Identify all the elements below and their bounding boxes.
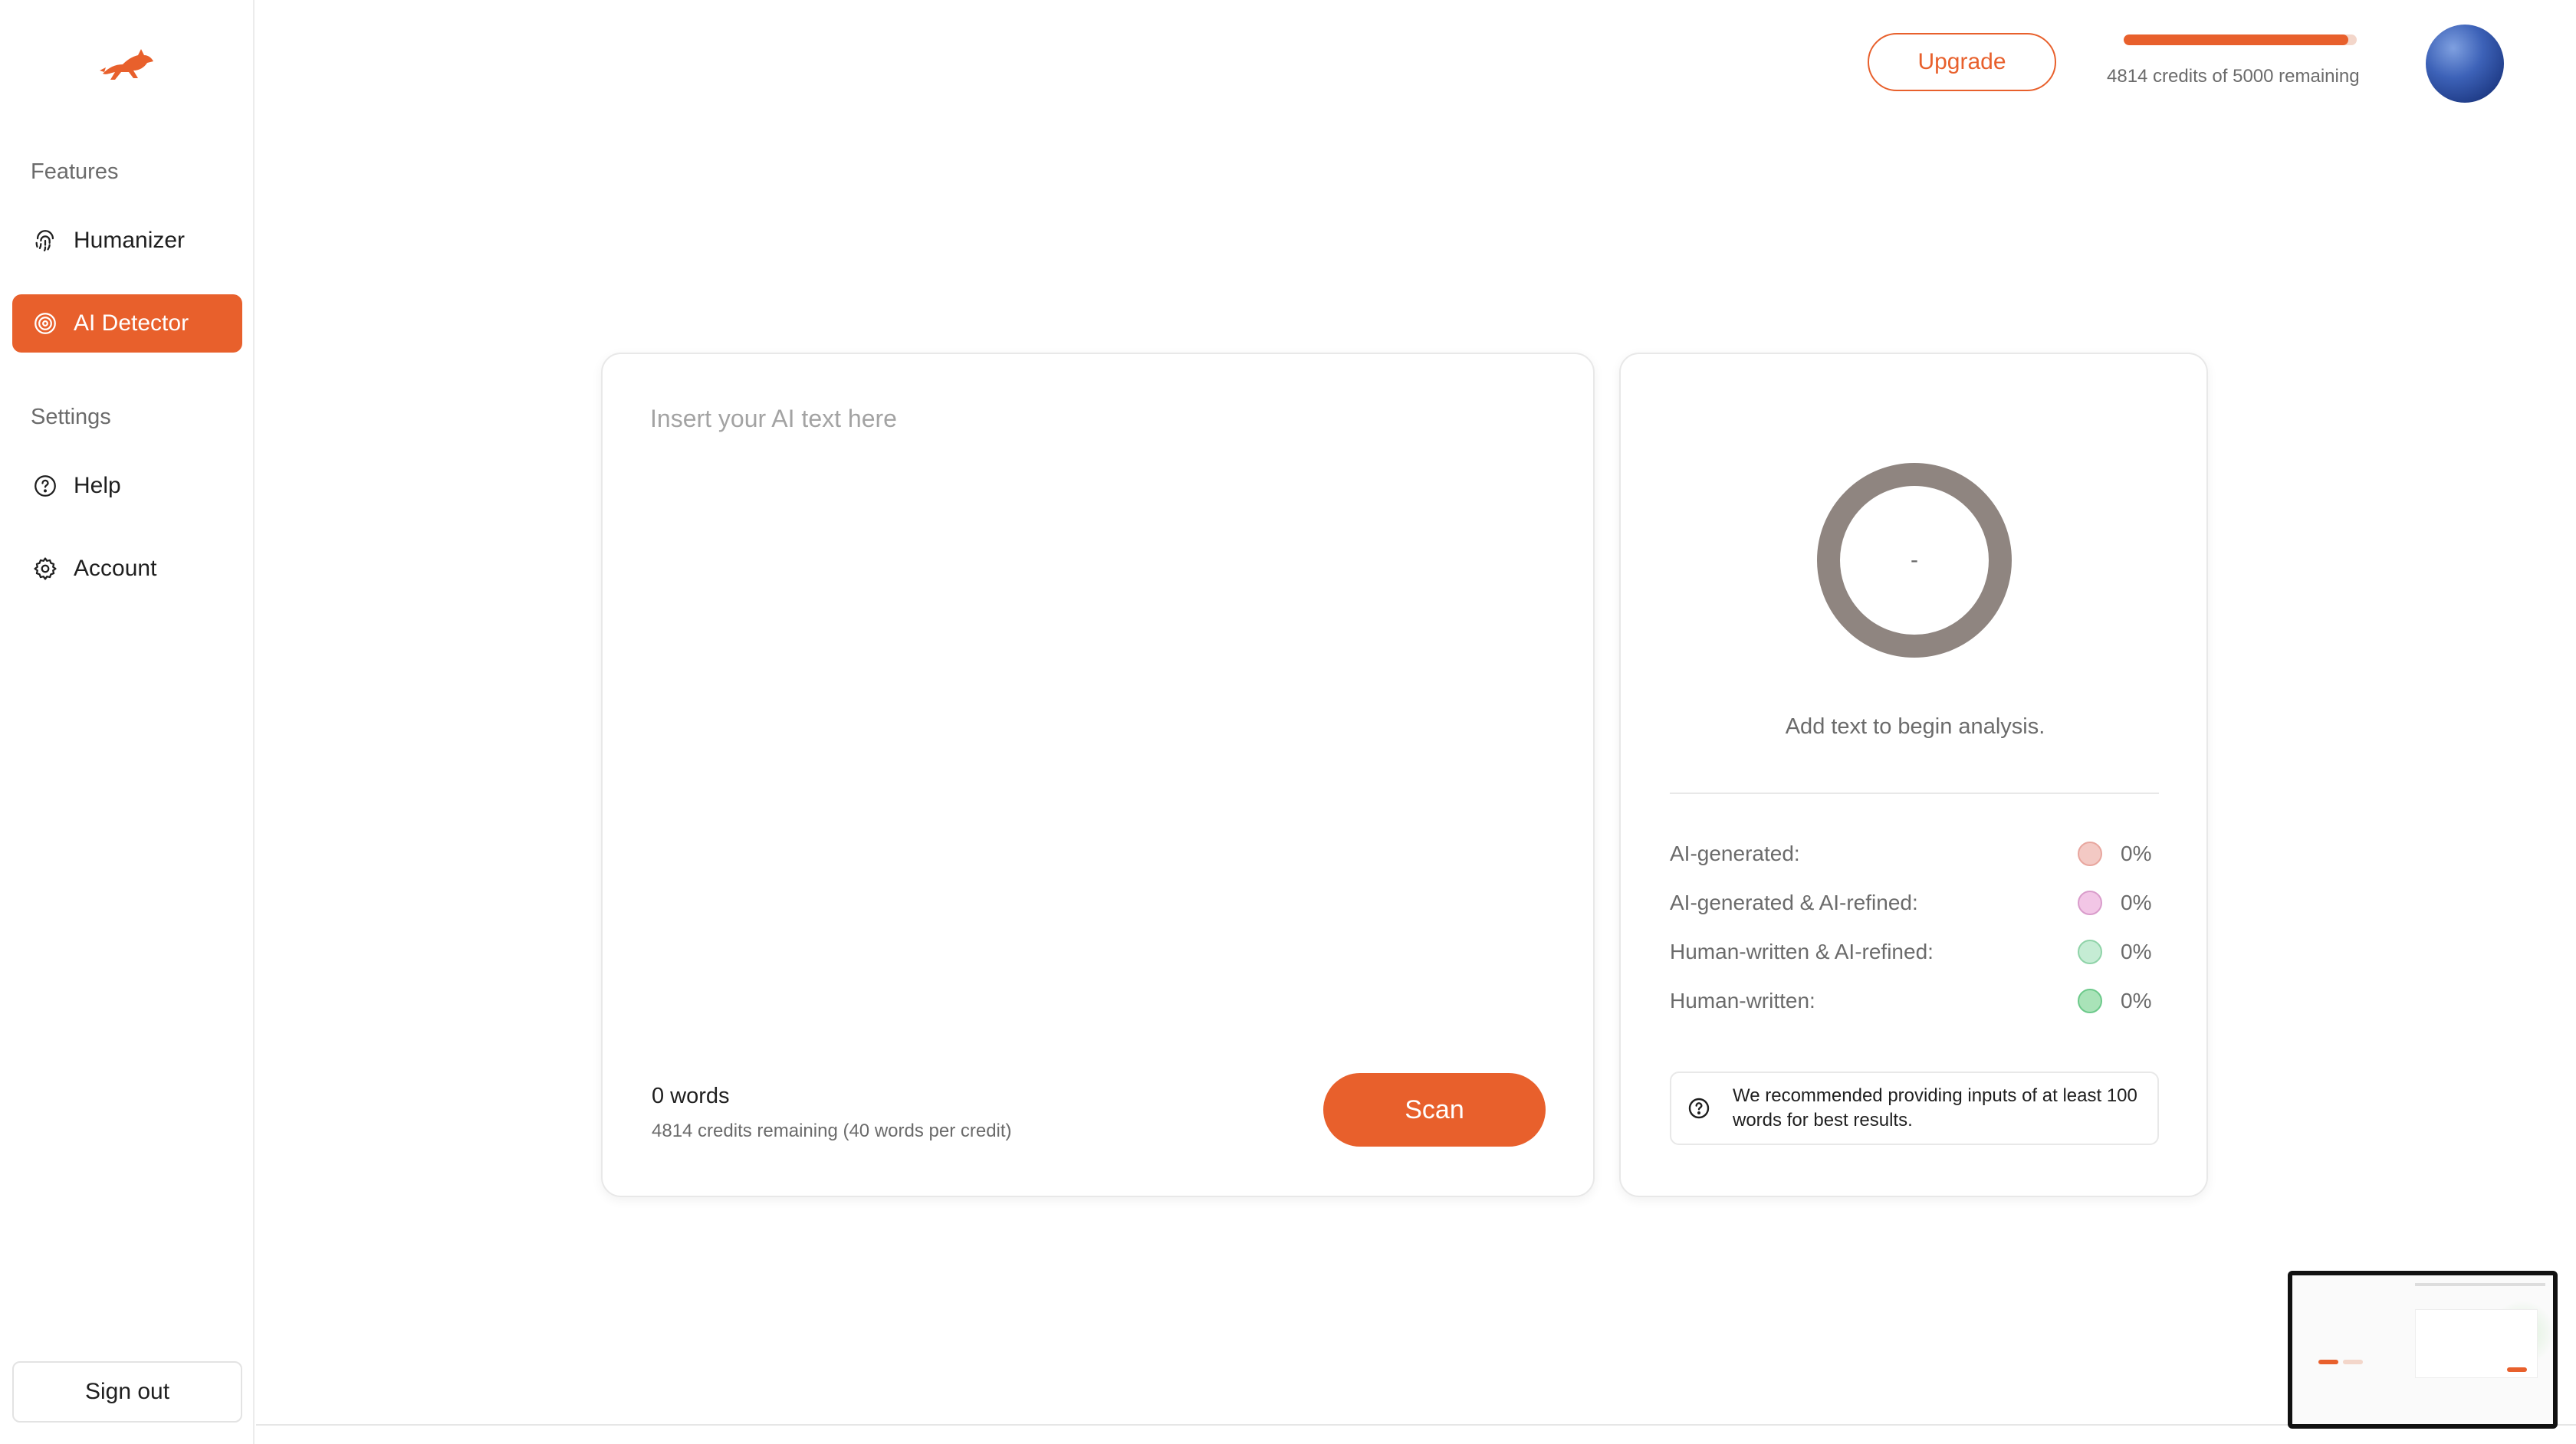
stat-color-dot xyxy=(2078,940,2102,964)
sidebar: Features Humanizer AI Detector Settings … xyxy=(0,0,255,1444)
preview-button xyxy=(2507,1367,2527,1372)
stat-row-ai-generated: AI-generated: 0% xyxy=(1670,839,2159,869)
word-count: 0 words xyxy=(652,1084,730,1108)
preview-nav xyxy=(2415,1283,2545,1286)
features-section-label: Features xyxy=(31,159,119,184)
brand-logo-icon[interactable] xyxy=(98,44,156,87)
app-root: Features Humanizer AI Detector Settings … xyxy=(0,0,2576,1444)
credit-note: 4814 credits remaining (40 words per cre… xyxy=(652,1121,1012,1141)
sign-out-button[interactable]: Sign out xyxy=(12,1361,242,1423)
scan-button[interactable]: Scan xyxy=(1323,1073,1546,1147)
preview-button xyxy=(2318,1360,2338,1364)
stat-row-human-written-ai-refined: Human-written & AI-refined: 0% xyxy=(1670,937,2159,967)
score-value: - xyxy=(1911,547,1918,573)
sidebar-item-ai-detector[interactable]: AI Detector xyxy=(12,294,242,353)
stat-color-dot xyxy=(2078,842,2102,866)
divider xyxy=(1670,793,2159,794)
stat-label: AI-generated & AI-refined: xyxy=(1670,891,1918,914)
credits-remaining-text: 4814 credits of 5000 remaining xyxy=(2107,66,2360,87)
target-icon xyxy=(32,310,58,336)
analysis-message: Add text to begin analysis. xyxy=(1785,714,2045,739)
recommendation-tip: We recommended providing inputs of at le… xyxy=(1670,1072,2159,1145)
stat-color-dot xyxy=(2078,989,2102,1013)
stat-value: 0% xyxy=(2121,842,2152,865)
settings-section-label: Settings xyxy=(31,405,111,429)
stat-label: Human-written: xyxy=(1670,989,1815,1012)
gear-icon xyxy=(32,556,58,582)
sidebar-item-account[interactable]: Account xyxy=(12,540,242,598)
ai-text-input[interactable] xyxy=(650,405,1547,865)
sidebar-item-label: AI Detector xyxy=(74,310,189,336)
avatar[interactable] xyxy=(2426,25,2504,103)
sidebar-item-help[interactable]: Help xyxy=(12,457,242,515)
help-circle-icon xyxy=(32,473,58,499)
fingerprint-icon xyxy=(32,228,58,254)
credits-progress-bar xyxy=(2124,34,2357,45)
stat-value: 0% xyxy=(2121,989,2152,1012)
preview-button xyxy=(2343,1360,2363,1364)
stat-row-human-written: Human-written: 0% xyxy=(1670,986,2159,1016)
help-circle-icon xyxy=(1687,1096,1711,1121)
tip-text: We recommended providing inputs of at le… xyxy=(1733,1085,2137,1131)
sidebar-item-label: Help xyxy=(74,473,121,498)
sidebar-item-humanizer[interactable]: Humanizer xyxy=(12,212,242,270)
upgrade-button[interactable]: Upgrade xyxy=(1868,33,2056,91)
stat-value: 0% xyxy=(2121,940,2152,963)
stat-value: 0% xyxy=(2121,891,2152,914)
stat-label: AI-generated: xyxy=(1670,842,1800,865)
sidebar-item-label: Humanizer xyxy=(74,228,186,253)
page-preview-thumbnail[interactable] xyxy=(2288,1271,2558,1429)
bottom-divider xyxy=(256,1424,2576,1426)
analysis-result-card: - Add text to begin analysis. AI-generat… xyxy=(1619,353,2208,1197)
credits-progress-fill xyxy=(2124,34,2348,45)
stat-color-dot xyxy=(2078,891,2102,915)
stat-row-ai-generated-ai-refined: AI-generated & AI-refined: 0% xyxy=(1670,888,2159,918)
text-input-card: 0 words 4814 credits remaining (40 words… xyxy=(601,353,1595,1197)
stat-label: Human-written & AI-refined: xyxy=(1670,940,1934,963)
sidebar-item-label: Account xyxy=(74,556,157,581)
